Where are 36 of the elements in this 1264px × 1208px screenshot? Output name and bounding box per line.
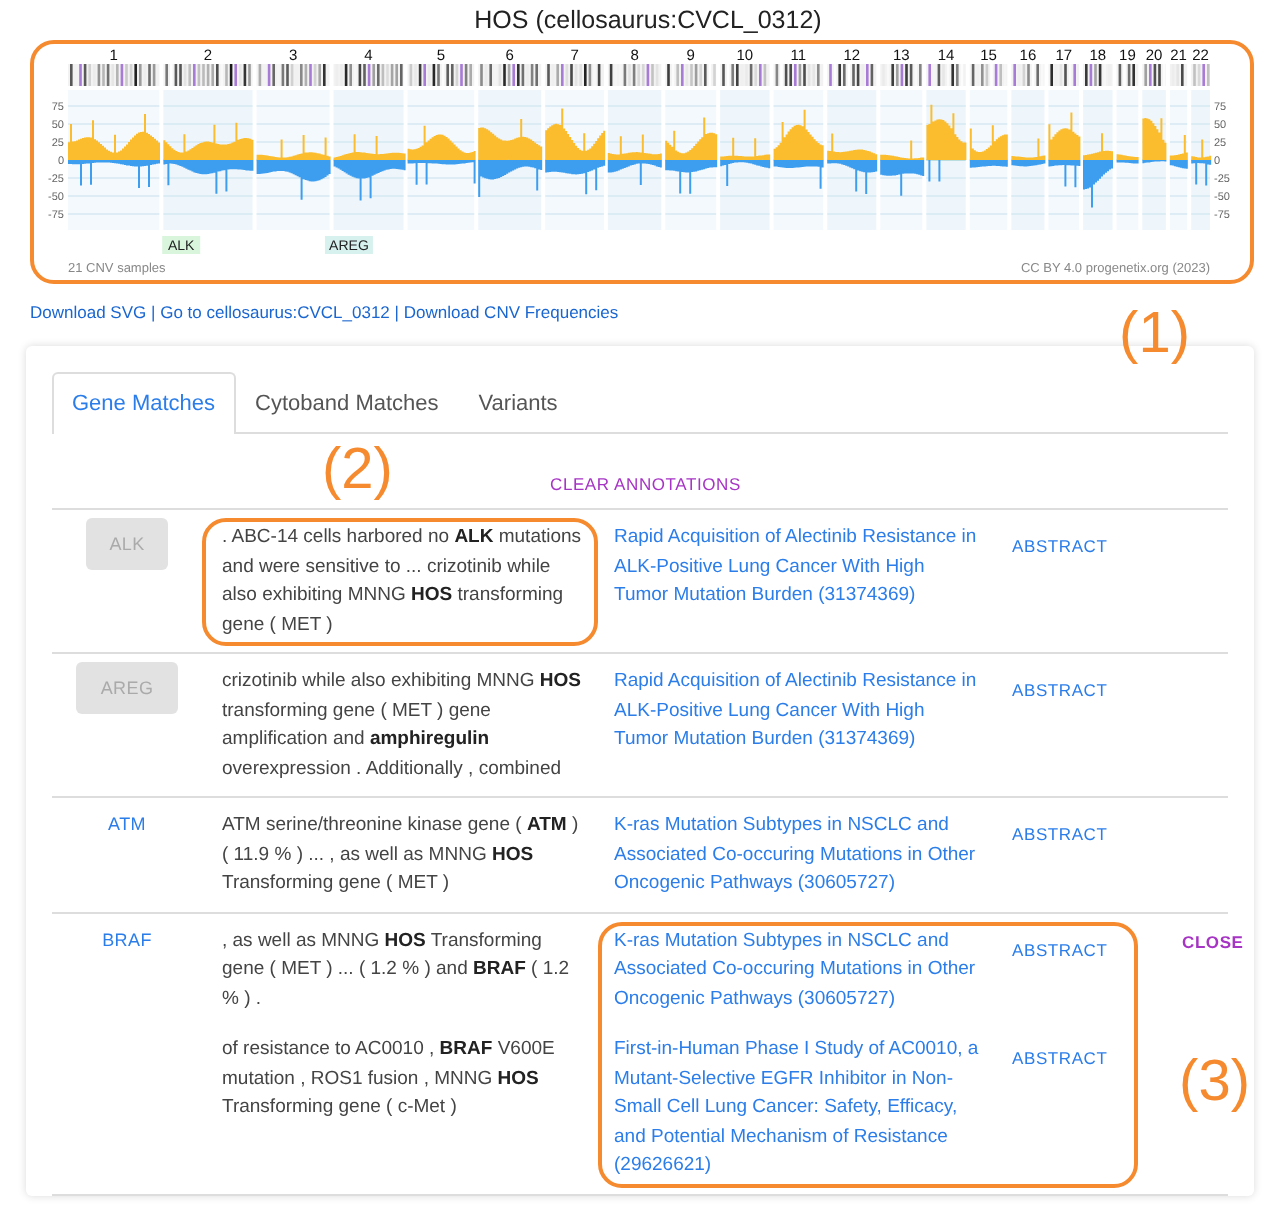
abstract-link[interactable]: ABSTRACT: [988, 1030, 1138, 1187]
article-link[interactable]: Rapid Acquisition of Alectinib Resistance in ALK-Positive Lung Cancer With High Tumor Mutation Burden (31374369): [598, 518, 988, 646]
download-link[interactable]: Go to cellosaurus:CVCL_0312: [160, 302, 390, 322]
callout-number: (2): [322, 438, 393, 504]
snippet-text: crizotinib while also exhibiting MNNG HOS transforming gene ( MET ) gene amplification and amphiregulin overexpression . Additionally , combined: [220, 668, 584, 783]
close-button[interactable]: CLOSE: [1138, 921, 1244, 951]
article-link[interactable]: K-ras Mutation Subtypes in NSCLC and Associated Co-occuring Mutations in Other Oncogenic Pathways (30605727): [598, 806, 988, 905]
chromosome-panel: [1116, 90, 1139, 230]
callout-number: (1): [1119, 302, 1190, 368]
clear-annotations-button[interactable]: CLEAR ANNOTATIONS: [550, 474, 741, 494]
snippet-text: . ABC-14 cells harbored no ALK mutations and were sensitive to ... crizotinib while also exhibiting MNNG HOS transforming gene ( MET ): [220, 524, 584, 639]
download-link[interactable]: Download SVG: [30, 302, 147, 322]
abstract-link[interactable]: ABSTRACT: [988, 518, 1138, 646]
tab[interactable]: Cytoband Matches: [235, 372, 459, 434]
article-link[interactable]: Rapid Acquisition of Alectinib Resistance in ALK-Positive Lung Cancer With High Tumor Mutation Burden (31374369): [598, 662, 988, 790]
chromosome-panel: [1011, 90, 1045, 230]
gene-link[interactable]: ATM: [108, 806, 146, 842]
chromosome-panel: [1191, 90, 1210, 230]
link-separator: |: [151, 302, 156, 322]
article-link[interactable]: K-ras Mutation Subtypes in NSCLC and Associated Co-occuring Mutations in Other Oncogenic Pathways (30605727): [598, 921, 988, 1020]
abstract-link[interactable]: ABSTRACT: [988, 662, 1138, 790]
abstract-link[interactable]: ABSTRACT: [988, 806, 1138, 905]
snippet-text: of resistance to AC0010 , BRAF V600E mutation , ROS1 fusion , MNNG HOS Transforming gene ( c-Met ): [220, 1036, 557, 1122]
article-link[interactable]: First-in-Human Phase I Study of AC0010, a Mutant-Selective EGFR Inhibitor in Non-Small Cell Lung Cancer: Safety, Efficacy, and Potential Mechanism of Resistance (29626621): [598, 1030, 988, 1187]
callout-number: (3): [1179, 1049, 1250, 1115]
chromosome-panel: [720, 90, 770, 230]
tab[interactable]: Gene Matches: [52, 372, 236, 434]
plot-title: HOS (cellosaurus:CVCL_0312): [474, 6, 822, 34]
download-link[interactable]: Download CNV Frequencies: [403, 302, 619, 322]
abstract-link[interactable]: ABSTRACT: [988, 921, 1138, 1020]
snippet-text: ATM serine/threonine kinase gene ( ATM ) ( 11.9 % ) ... , as well as MNNG HOS Transforming gene ( MET ): [220, 812, 581, 898]
link-separator: |: [394, 302, 400, 322]
snippet-text: , as well as MNNG HOS Transforming gene ( MET ) ... ( 1.2 % ) and BRAF ( 1.2 % ) .: [220, 927, 572, 1013]
tab[interactable]: Variants: [458, 372, 578, 434]
gene-link[interactable]: BRAF: [102, 921, 152, 957]
chromosome-panel: [1169, 90, 1188, 230]
